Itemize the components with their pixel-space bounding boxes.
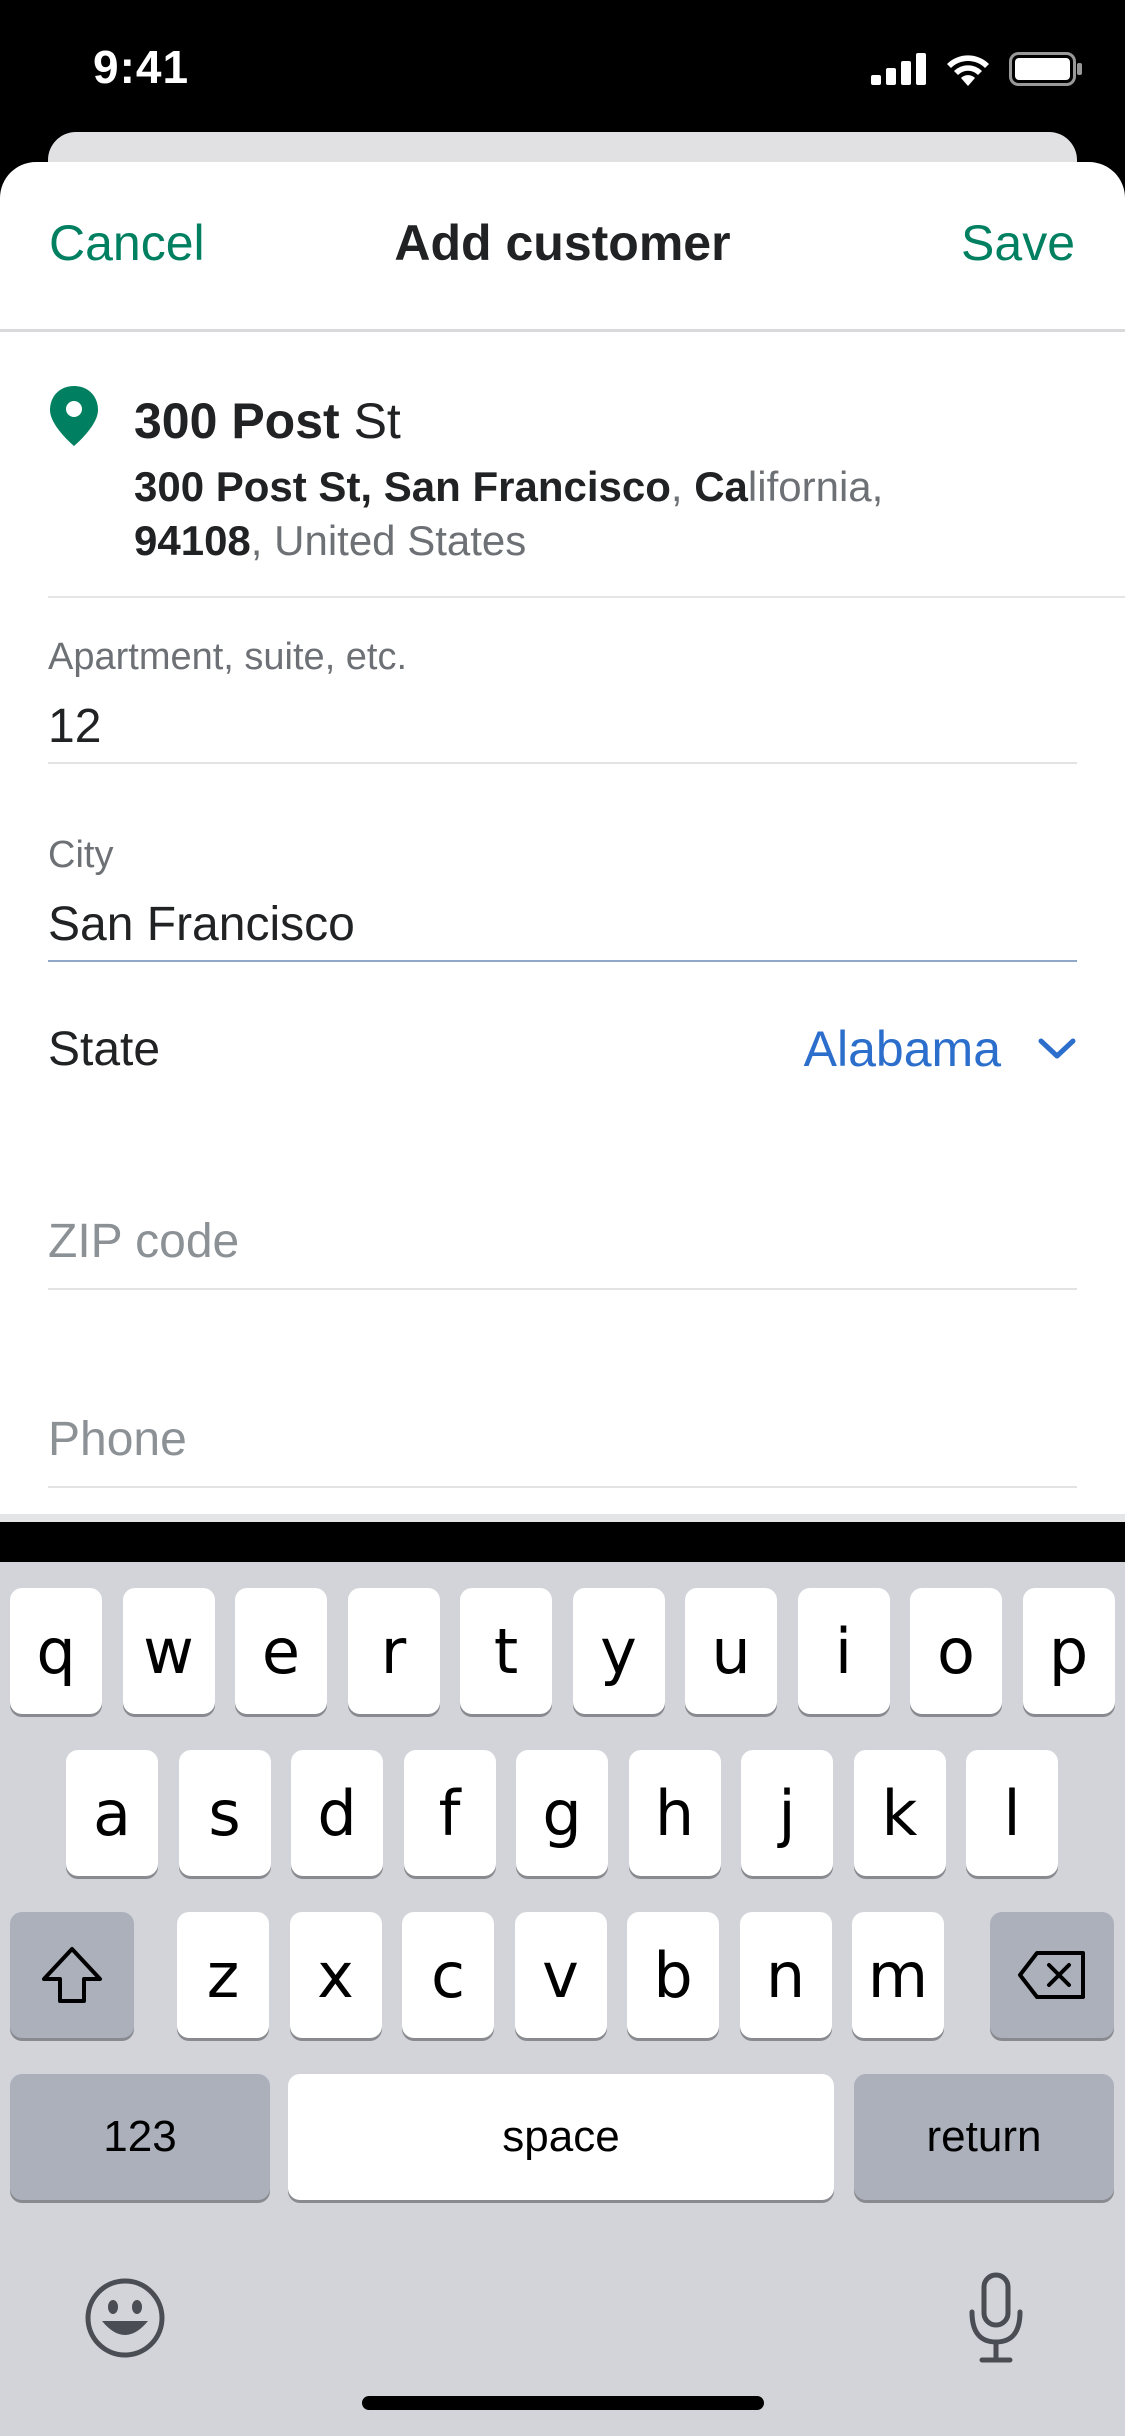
battery-icon [1009,52,1082,86]
sheet-bottom-edge [0,1514,1125,1522]
emoji-icon[interactable] [84,2277,166,2359]
key-f[interactable]: f [403,1750,496,1876]
state-value: Alabama [803,1021,1001,1077]
key-i[interactable]: i [797,1588,890,1714]
city-input[interactable]: San Francisco [48,897,1077,952]
page-title: Add customer [394,215,731,271]
key-c[interactable]: c [402,1912,494,2038]
key-a[interactable]: a [66,1750,158,1876]
cellular-signal-icon [871,53,926,85]
key-z[interactable]: z [177,1912,269,2038]
chevron-down-icon [1038,1038,1076,1059]
phone-input[interactable]: Phone [48,1412,1077,1467]
location-pin-icon [50,386,98,446]
key-v[interactable]: v [514,1912,607,2038]
apartment-label: Apartment, suite, etc. [48,636,408,678]
key-t[interactable]: t [460,1588,552,1714]
key-p[interactable]: p [1022,1588,1115,1714]
address-suggestion[interactable]: 300 Post St 300 Post St, San Francisco, … [48,332,1125,598]
address-title: 300 Post St [134,393,401,449]
nav-bar: Cancel Add customer Save [0,162,1125,332]
delete-key[interactable] [990,1912,1114,2038]
city-field[interactable]: City San Francisco [48,834,1077,964]
address-detail: 300 Post St, San Francisco, California, 9… [134,463,884,564]
wifi-icon [947,55,989,86]
city-label: City [48,834,114,876]
space-key[interactable]: space [288,2074,834,2200]
add-customer-sheet: Cancel Add customer Save 300 Post St 300… [0,162,1125,1522]
save-button[interactable]: Save [961,214,1075,272]
divider [48,762,1077,764]
key-d[interactable]: d [291,1750,383,1876]
phone-field[interactable]: Phone [48,1412,1077,1488]
home-indicator [362,2396,764,2410]
state-selector[interactable]: State Alabama [48,1004,1077,1094]
divider [48,960,1077,962]
key-j[interactable]: j [741,1750,833,1876]
key-w[interactable]: w [122,1588,215,1714]
key-x[interactable]: x [289,1912,382,2038]
shift-icon [42,1947,102,2003]
key-s[interactable]: s [178,1750,271,1876]
key-m[interactable]: m [852,1912,944,2038]
key-o[interactable]: o [910,1588,1002,1714]
key-l[interactable]: l [966,1750,1058,1876]
key-y[interactable]: y [572,1588,665,1714]
status-time: 9:41 [93,41,190,93]
numbers-key[interactable]: 123 [10,2074,270,2200]
apartment-field[interactable]: Apartment, suite, etc. 12 [48,636,1077,764]
divider [48,1288,1077,1290]
apartment-input[interactable]: 12 [48,699,1077,754]
status-bar: 9:41 [0,0,1125,140]
keyboard: qwertyuiop asdfghjkl zxcvbnm 123 space r… [0,1562,1125,2436]
key-g[interactable]: g [516,1750,608,1876]
key-h[interactable]: h [628,1750,721,1876]
state-dropdown[interactable]: Alabama [804,1020,1077,1078]
backspace-icon [1018,1951,1085,1999]
key-q[interactable]: q [10,1588,102,1714]
zip-input[interactable]: ZIP code [48,1214,1077,1269]
key-k[interactable]: k [853,1750,946,1876]
key-b[interactable]: b [627,1912,719,2038]
key-e[interactable]: e [235,1588,327,1714]
key-r[interactable]: r [347,1588,440,1714]
key-n[interactable]: n [739,1912,832,2038]
state-label: State [48,1022,161,1076]
shift-key[interactable] [10,1912,134,2038]
return-key[interactable]: return [854,2074,1114,2200]
status-icons [871,52,1083,86]
microphone-icon[interactable] [966,2272,1026,2364]
zip-field[interactable]: ZIP code [48,1214,1077,1290]
key-u[interactable]: u [685,1588,777,1714]
divider [48,1486,1077,1488]
